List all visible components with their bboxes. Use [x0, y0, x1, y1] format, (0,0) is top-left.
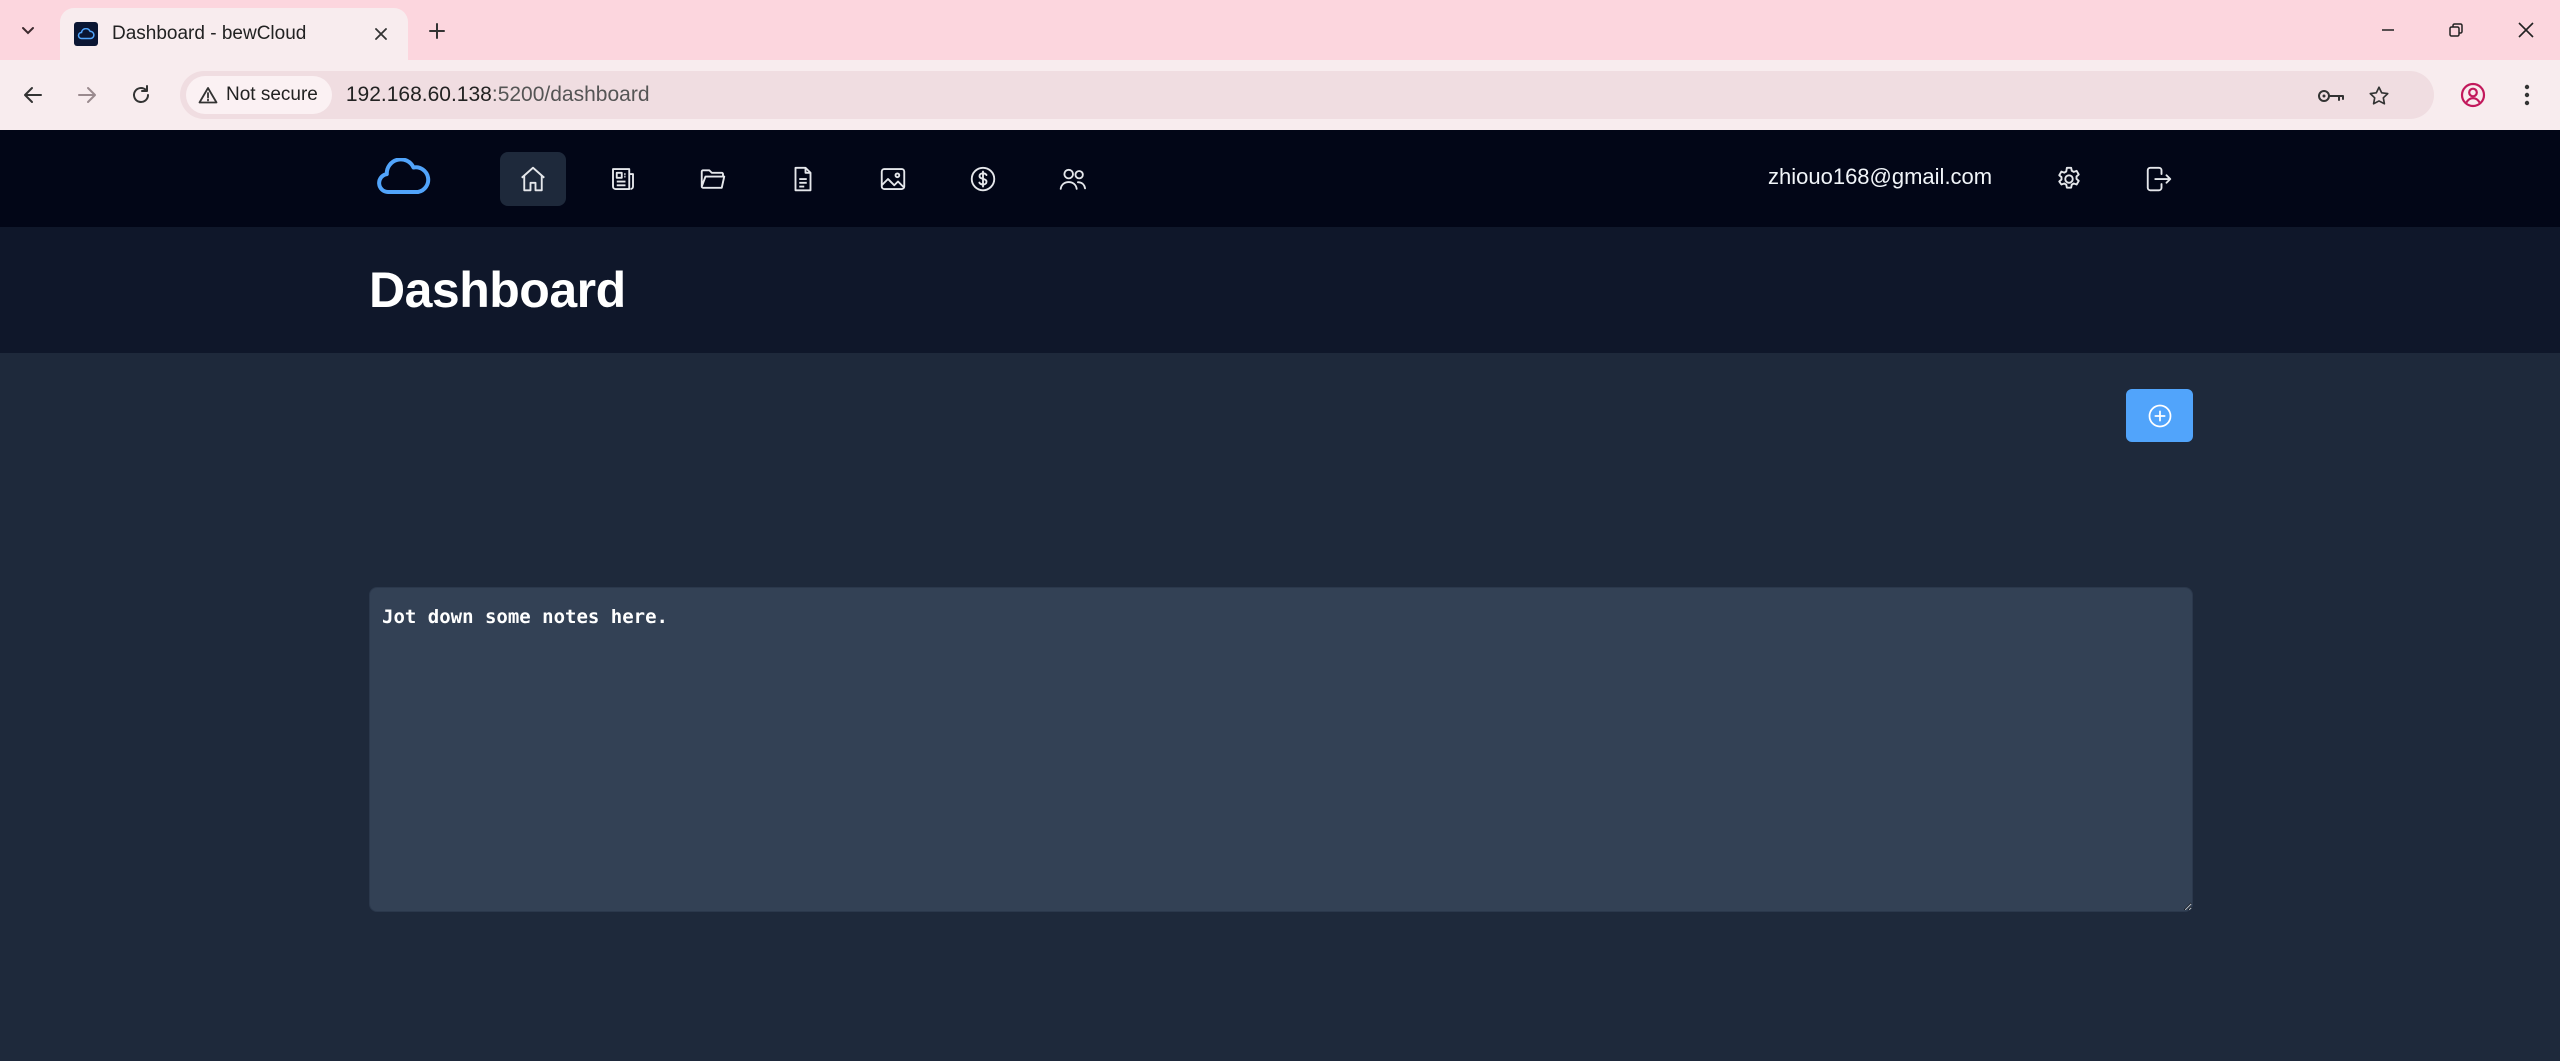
security-label: Not secure: [226, 84, 318, 105]
nav-news[interactable]: [590, 152, 656, 206]
tab-search-button[interactable]: [10, 14, 46, 46]
browser-toolbar: Not secure 192.168.60.138:5200/dashboard: [0, 60, 2560, 130]
close-icon: [375, 28, 387, 40]
arrow-right-icon: [78, 87, 96, 103]
close-window-button[interactable]: [2504, 12, 2548, 48]
app-header: zhiouo168@gmail.com: [0, 130, 2560, 227]
photos-icon: [880, 168, 906, 190]
nav-contacts[interactable]: [1040, 152, 1106, 206]
profile-button[interactable]: [2454, 76, 2492, 114]
password-key-button[interactable]: [2316, 81, 2346, 111]
title-band: Dashboard: [0, 227, 2560, 353]
restore-icon: [2449, 23, 2463, 37]
arrow-left-icon: [24, 87, 42, 103]
reload-button[interactable]: [122, 76, 160, 114]
browser-tab[interactable]: Dashboard - bewCloud: [60, 8, 408, 60]
reload-icon: [133, 85, 149, 103]
settings-button[interactable]: [2042, 152, 2096, 206]
plus-icon: [429, 23, 445, 39]
home-icon: [521, 166, 545, 192]
logout-icon: [2146, 166, 2172, 192]
address-bar[interactable]: Not secure 192.168.60.138:5200/dashboard: [180, 71, 2434, 119]
close-icon: [2518, 22, 2534, 38]
logout-button[interactable]: [2132, 152, 2186, 206]
browser-menu-button[interactable]: [2508, 76, 2546, 114]
nav-notes[interactable]: [770, 152, 836, 206]
warning-icon: [198, 87, 218, 104]
profile-icon: [2460, 82, 2486, 108]
page-title: Dashboard: [369, 262, 626, 318]
folder-icon: [700, 169, 726, 189]
url-path: :5200/dashboard: [491, 83, 650, 106]
contacts-icon: [1059, 168, 1086, 190]
dollar-icon: [970, 166, 996, 192]
restore-button[interactable]: [2434, 12, 2478, 48]
new-tab-button[interactable]: [420, 14, 454, 48]
notes-icon: [794, 166, 812, 192]
notes-textarea[interactable]: [369, 587, 2193, 912]
nav-files[interactable]: [680, 152, 746, 206]
minimize-icon: [2382, 29, 2394, 31]
gear-icon: [2058, 166, 2080, 189]
user-email[interactable]: zhiouo168@gmail.com: [1768, 164, 1992, 190]
add-link-button[interactable]: [2126, 389, 2193, 442]
security-chip[interactable]: Not secure: [186, 76, 332, 114]
back-button[interactable]: [14, 76, 52, 114]
nav-photos[interactable]: [860, 152, 926, 206]
bookmark-button[interactable]: [2364, 81, 2394, 111]
nav-home[interactable]: [500, 152, 566, 206]
bewcloud-favicon-icon: [74, 22, 98, 46]
minimize-button[interactable]: [2366, 12, 2410, 48]
kebab-menu-icon: [2524, 84, 2530, 106]
bewcloud-logo-icon[interactable]: [374, 157, 434, 198]
tab-close-button[interactable]: [368, 21, 394, 47]
plus-circle-icon: [2148, 404, 2171, 427]
news-icon: [612, 168, 634, 190]
nav-expenses[interactable]: [950, 152, 1016, 206]
star-icon: [2369, 86, 2389, 105]
browser-tabstrip: Dashboard - bewCloud: [0, 0, 2560, 60]
url-text: 192.168.60.138:5200/dashboard: [346, 83, 650, 107]
tab-title: Dashboard - bewCloud: [112, 23, 307, 44]
forward-button[interactable]: [68, 76, 106, 114]
chevron-down-icon: [22, 27, 34, 35]
url-host: 192.168.60.138: [345, 83, 492, 106]
key-icon: [2318, 90, 2344, 102]
